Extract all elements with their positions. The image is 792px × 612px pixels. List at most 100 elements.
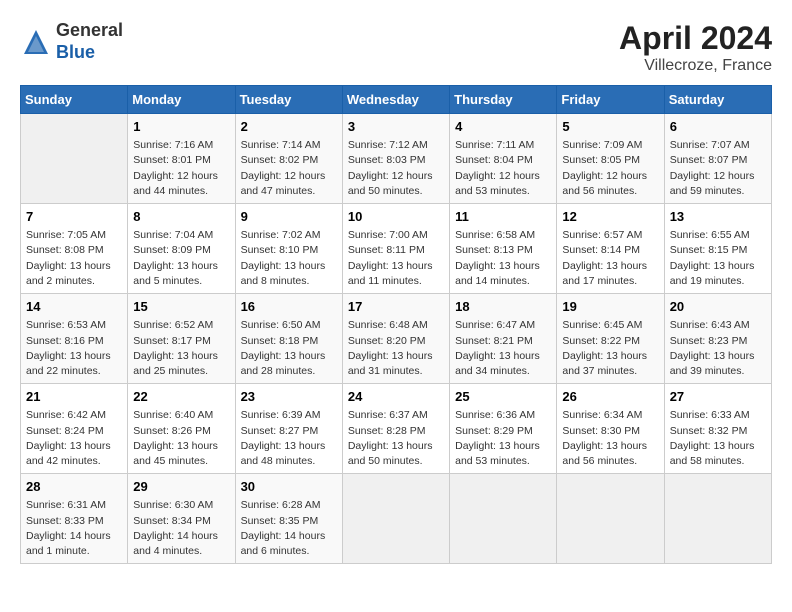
calendar-cell: 9Sunrise: 7:02 AMSunset: 8:10 PMDaylight… — [235, 204, 342, 294]
day-number: 4 — [455, 118, 551, 136]
week-row-2: 7 Sunrise: 7:05 AMSunset: 8:08 PMDaylight… — [21, 204, 772, 294]
calendar-cell: 13Sunrise: 6:55 AMSunset: 8:15 PMDayligh… — [664, 204, 771, 294]
day-number: 15 — [133, 298, 229, 316]
day-info: Sunrise: 6:53 AMSunset: 8:16 PMDaylight:… — [26, 318, 122, 379]
calendar-cell: 12 Sunrise: 6:57 AMSunset: 8:14 PMDayligh… — [557, 204, 664, 294]
day-number: 28 — [26, 478, 122, 496]
day-info: Sunrise: 6:48 AMSunset: 8:20 PMDaylight:… — [348, 318, 444, 379]
day-info: Sunrise: 6:57 AMSunset: 8:14 PMDaylight:… — [562, 228, 658, 289]
calendar-cell — [557, 474, 664, 564]
day-info: Sunrise: 6:50 AMSunset: 8:18 PMDaylight:… — [241, 318, 337, 379]
calendar-cell: 25 Sunrise: 6:36 AMSunset: 8:29 PMDayligh… — [450, 384, 557, 474]
day-info: Sunrise: 6:47 AMSunset: 8:21 PMDaylight:… — [455, 318, 551, 379]
day-number: 14 — [26, 298, 122, 316]
day-info: Sunrise: 7:04 AMSunset: 8:09 PMDaylight:… — [133, 228, 229, 289]
week-row-3: 14 Sunrise: 6:53 AMSunset: 8:16 PMDayligh… — [21, 294, 772, 384]
calendar-cell: 26Sunrise: 6:34 AMSunset: 8:30 PMDayligh… — [557, 384, 664, 474]
calendar-cell: 29 Sunrise: 6:30 AMSunset: 8:34 PMDayligh… — [128, 474, 235, 564]
day-info: Sunrise: 6:30 AMSunset: 8:34 PMDaylight:… — [133, 498, 229, 559]
day-number: 2 — [241, 118, 337, 136]
calendar-cell: 2 Sunrise: 7:14 AMSunset: 8:02 PMDaylight… — [235, 114, 342, 204]
weekday-header-thursday: Thursday — [450, 86, 557, 114]
day-number: 29 — [133, 478, 229, 496]
calendar-cell: 24 Sunrise: 6:37 AMSunset: 8:28 PMDayligh… — [342, 384, 449, 474]
weekday-header-sunday: Sunday — [21, 86, 128, 114]
day-number: 18 — [455, 298, 551, 316]
day-info: Sunrise: 6:36 AMSunset: 8:29 PMDaylight:… — [455, 408, 551, 469]
day-info: Sunrise: 6:37 AMSunset: 8:28 PMDaylight:… — [348, 408, 444, 469]
day-info: Sunrise: 7:16 AMSunset: 8:01 PMDaylight:… — [133, 138, 229, 199]
day-info: Sunrise: 6:45 AMSunset: 8:22 PMDaylight:… — [562, 318, 658, 379]
day-info: Sunrise: 6:40 AMSunset: 8:26 PMDaylight:… — [133, 408, 229, 469]
logo-text: General Blue — [56, 20, 123, 63]
day-number: 22 — [133, 388, 229, 406]
day-number: 12 — [562, 208, 658, 226]
calendar-cell: 27 Sunrise: 6:33 AMSunset: 8:32 PMDayligh… — [664, 384, 771, 474]
day-number: 24 — [348, 388, 444, 406]
logo-icon — [20, 26, 52, 58]
day-number: 23 — [241, 388, 337, 406]
calendar-cell: 20 Sunrise: 6:43 AMSunset: 8:23 PMDayligh… — [664, 294, 771, 384]
weekday-header-row: SundayMondayTuesdayWednesdayThursdayFrid… — [21, 86, 772, 114]
calendar-cell: 22 Sunrise: 6:40 AMSunset: 8:26 PMDayligh… — [128, 384, 235, 474]
day-number: 8 — [133, 208, 229, 226]
day-info: Sunrise: 6:31 AMSunset: 8:33 PMDaylight:… — [26, 498, 122, 559]
calendar-cell: 6 Sunrise: 7:07 AMSunset: 8:07 PMDaylight… — [664, 114, 771, 204]
day-number: 1 — [133, 118, 229, 136]
week-row-4: 21 Sunrise: 6:42 AMSunset: 8:24 PMDayligh… — [21, 384, 772, 474]
calendar-cell: 7 Sunrise: 7:05 AMSunset: 8:08 PMDaylight… — [21, 204, 128, 294]
day-number: 27 — [670, 388, 766, 406]
title-area: April 2024 Villecroze, France — [619, 20, 772, 75]
calendar-cell: 10 Sunrise: 7:00 AMSunset: 8:11 PMDayligh… — [342, 204, 449, 294]
day-number: 26 — [562, 388, 658, 406]
week-row-1: 1 Sunrise: 7:16 AMSunset: 8:01 PMDaylight… — [21, 114, 772, 204]
day-number: 10 — [348, 208, 444, 226]
day-info: Sunrise: 6:58 AMSunset: 8:13 PMDaylight:… — [455, 228, 551, 289]
calendar-cell — [342, 474, 449, 564]
calendar-cell: 30 Sunrise: 6:28 AMSunset: 8:35 PMDayligh… — [235, 474, 342, 564]
day-info: Sunrise: 6:39 AMSunset: 8:27 PMDaylight:… — [241, 408, 337, 469]
day-number: 6 — [670, 118, 766, 136]
calendar-cell: 16 Sunrise: 6:50 AMSunset: 8:18 PMDayligh… — [235, 294, 342, 384]
weekday-header-saturday: Saturday — [664, 86, 771, 114]
day-number: 17 — [348, 298, 444, 316]
day-number: 5 — [562, 118, 658, 136]
day-number: 3 — [348, 118, 444, 136]
day-info: Sunrise: 6:43 AMSunset: 8:23 PMDaylight:… — [670, 318, 766, 379]
day-info: Sunrise: 7:09 AMSunset: 8:05 PMDaylight:… — [562, 138, 658, 199]
day-number: 13 — [670, 208, 766, 226]
day-number: 9 — [241, 208, 337, 226]
weekday-header-tuesday: Tuesday — [235, 86, 342, 114]
day-number: 20 — [670, 298, 766, 316]
day-info: Sunrise: 6:33 AMSunset: 8:32 PMDaylight:… — [670, 408, 766, 469]
week-row-5: 28 Sunrise: 6:31 AMSunset: 8:33 PMDayligh… — [21, 474, 772, 564]
day-number: 25 — [455, 388, 551, 406]
day-number: 21 — [26, 388, 122, 406]
day-number: 16 — [241, 298, 337, 316]
day-number: 30 — [241, 478, 337, 496]
day-info: Sunrise: 6:28 AMSunset: 8:35 PMDaylight:… — [241, 498, 337, 559]
calendar-cell: 17 Sunrise: 6:48 AMSunset: 8:20 PMDayligh… — [342, 294, 449, 384]
calendar-cell: 19Sunrise: 6:45 AMSunset: 8:22 PMDayligh… — [557, 294, 664, 384]
calendar-table: SundayMondayTuesdayWednesdayThursdayFrid… — [20, 85, 772, 564]
day-info: Sunrise: 7:05 AMSunset: 8:08 PMDaylight:… — [26, 228, 122, 289]
day-info: Sunrise: 7:14 AMSunset: 8:02 PMDaylight:… — [241, 138, 337, 199]
calendar-cell — [21, 114, 128, 204]
weekday-header-wednesday: Wednesday — [342, 86, 449, 114]
calendar-cell — [450, 474, 557, 564]
calendar-cell: 8 Sunrise: 7:04 AMSunset: 8:09 PMDaylight… — [128, 204, 235, 294]
calendar-cell: 18 Sunrise: 6:47 AMSunset: 8:21 PMDayligh… — [450, 294, 557, 384]
month-year: April 2024 — [619, 20, 772, 57]
calendar-cell: 15 Sunrise: 6:52 AMSunset: 8:17 PMDayligh… — [128, 294, 235, 384]
day-info: Sunrise: 6:42 AMSunset: 8:24 PMDaylight:… — [26, 408, 122, 469]
day-info: Sunrise: 7:00 AMSunset: 8:11 PMDaylight:… — [348, 228, 444, 289]
weekday-header-monday: Monday — [128, 86, 235, 114]
calendar-cell: 28 Sunrise: 6:31 AMSunset: 8:33 PMDayligh… — [21, 474, 128, 564]
day-info: Sunrise: 7:07 AMSunset: 8:07 PMDaylight:… — [670, 138, 766, 199]
day-info: Sunrise: 7:12 AMSunset: 8:03 PMDaylight:… — [348, 138, 444, 199]
calendar-cell: 4Sunrise: 7:11 AMSunset: 8:04 PMDaylight… — [450, 114, 557, 204]
logo: General Blue — [20, 20, 123, 63]
calendar-cell: 5 Sunrise: 7:09 AMSunset: 8:05 PMDaylight… — [557, 114, 664, 204]
day-info: Sunrise: 6:52 AMSunset: 8:17 PMDaylight:… — [133, 318, 229, 379]
day-number: 7 — [26, 208, 122, 226]
